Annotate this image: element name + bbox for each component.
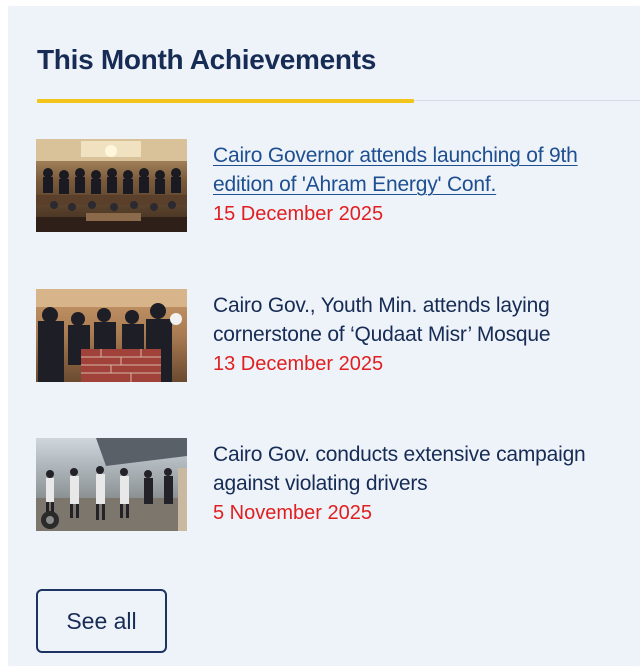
news-headline-link[interactable]: Cairo Gov., Youth Min. attends laying co…	[213, 291, 633, 349]
title-accent-bar	[37, 99, 414, 103]
news-date: 13 December 2025	[213, 353, 384, 375]
achievements-panel: This Month Achievements Cairo Governor a…	[8, 6, 640, 666]
news-date: 5 November 2025	[213, 502, 372, 524]
news-thumbnail[interactable]	[36, 438, 187, 531]
news-thumbnail[interactable]	[36, 139, 187, 232]
list-item: Cairo Gov., Youth Min. attends laying co…	[36, 289, 626, 389]
list-item: Cairo Governor attends launching of 9th …	[36, 139, 626, 239]
news-date: 15 December 2025	[213, 203, 384, 225]
see-all-button[interactable]: See all	[36, 589, 167, 653]
section-title: This Month Achievements	[37, 44, 376, 75]
news-headline-link[interactable]: Cairo Governor attends launching of 9th …	[213, 141, 633, 199]
list-item: Cairo Gov. conducts extensive campaign a…	[36, 438, 626, 538]
news-thumbnail[interactable]	[36, 289, 187, 382]
news-headline-link[interactable]: Cairo Gov. conducts extensive campaign a…	[213, 440, 633, 498]
